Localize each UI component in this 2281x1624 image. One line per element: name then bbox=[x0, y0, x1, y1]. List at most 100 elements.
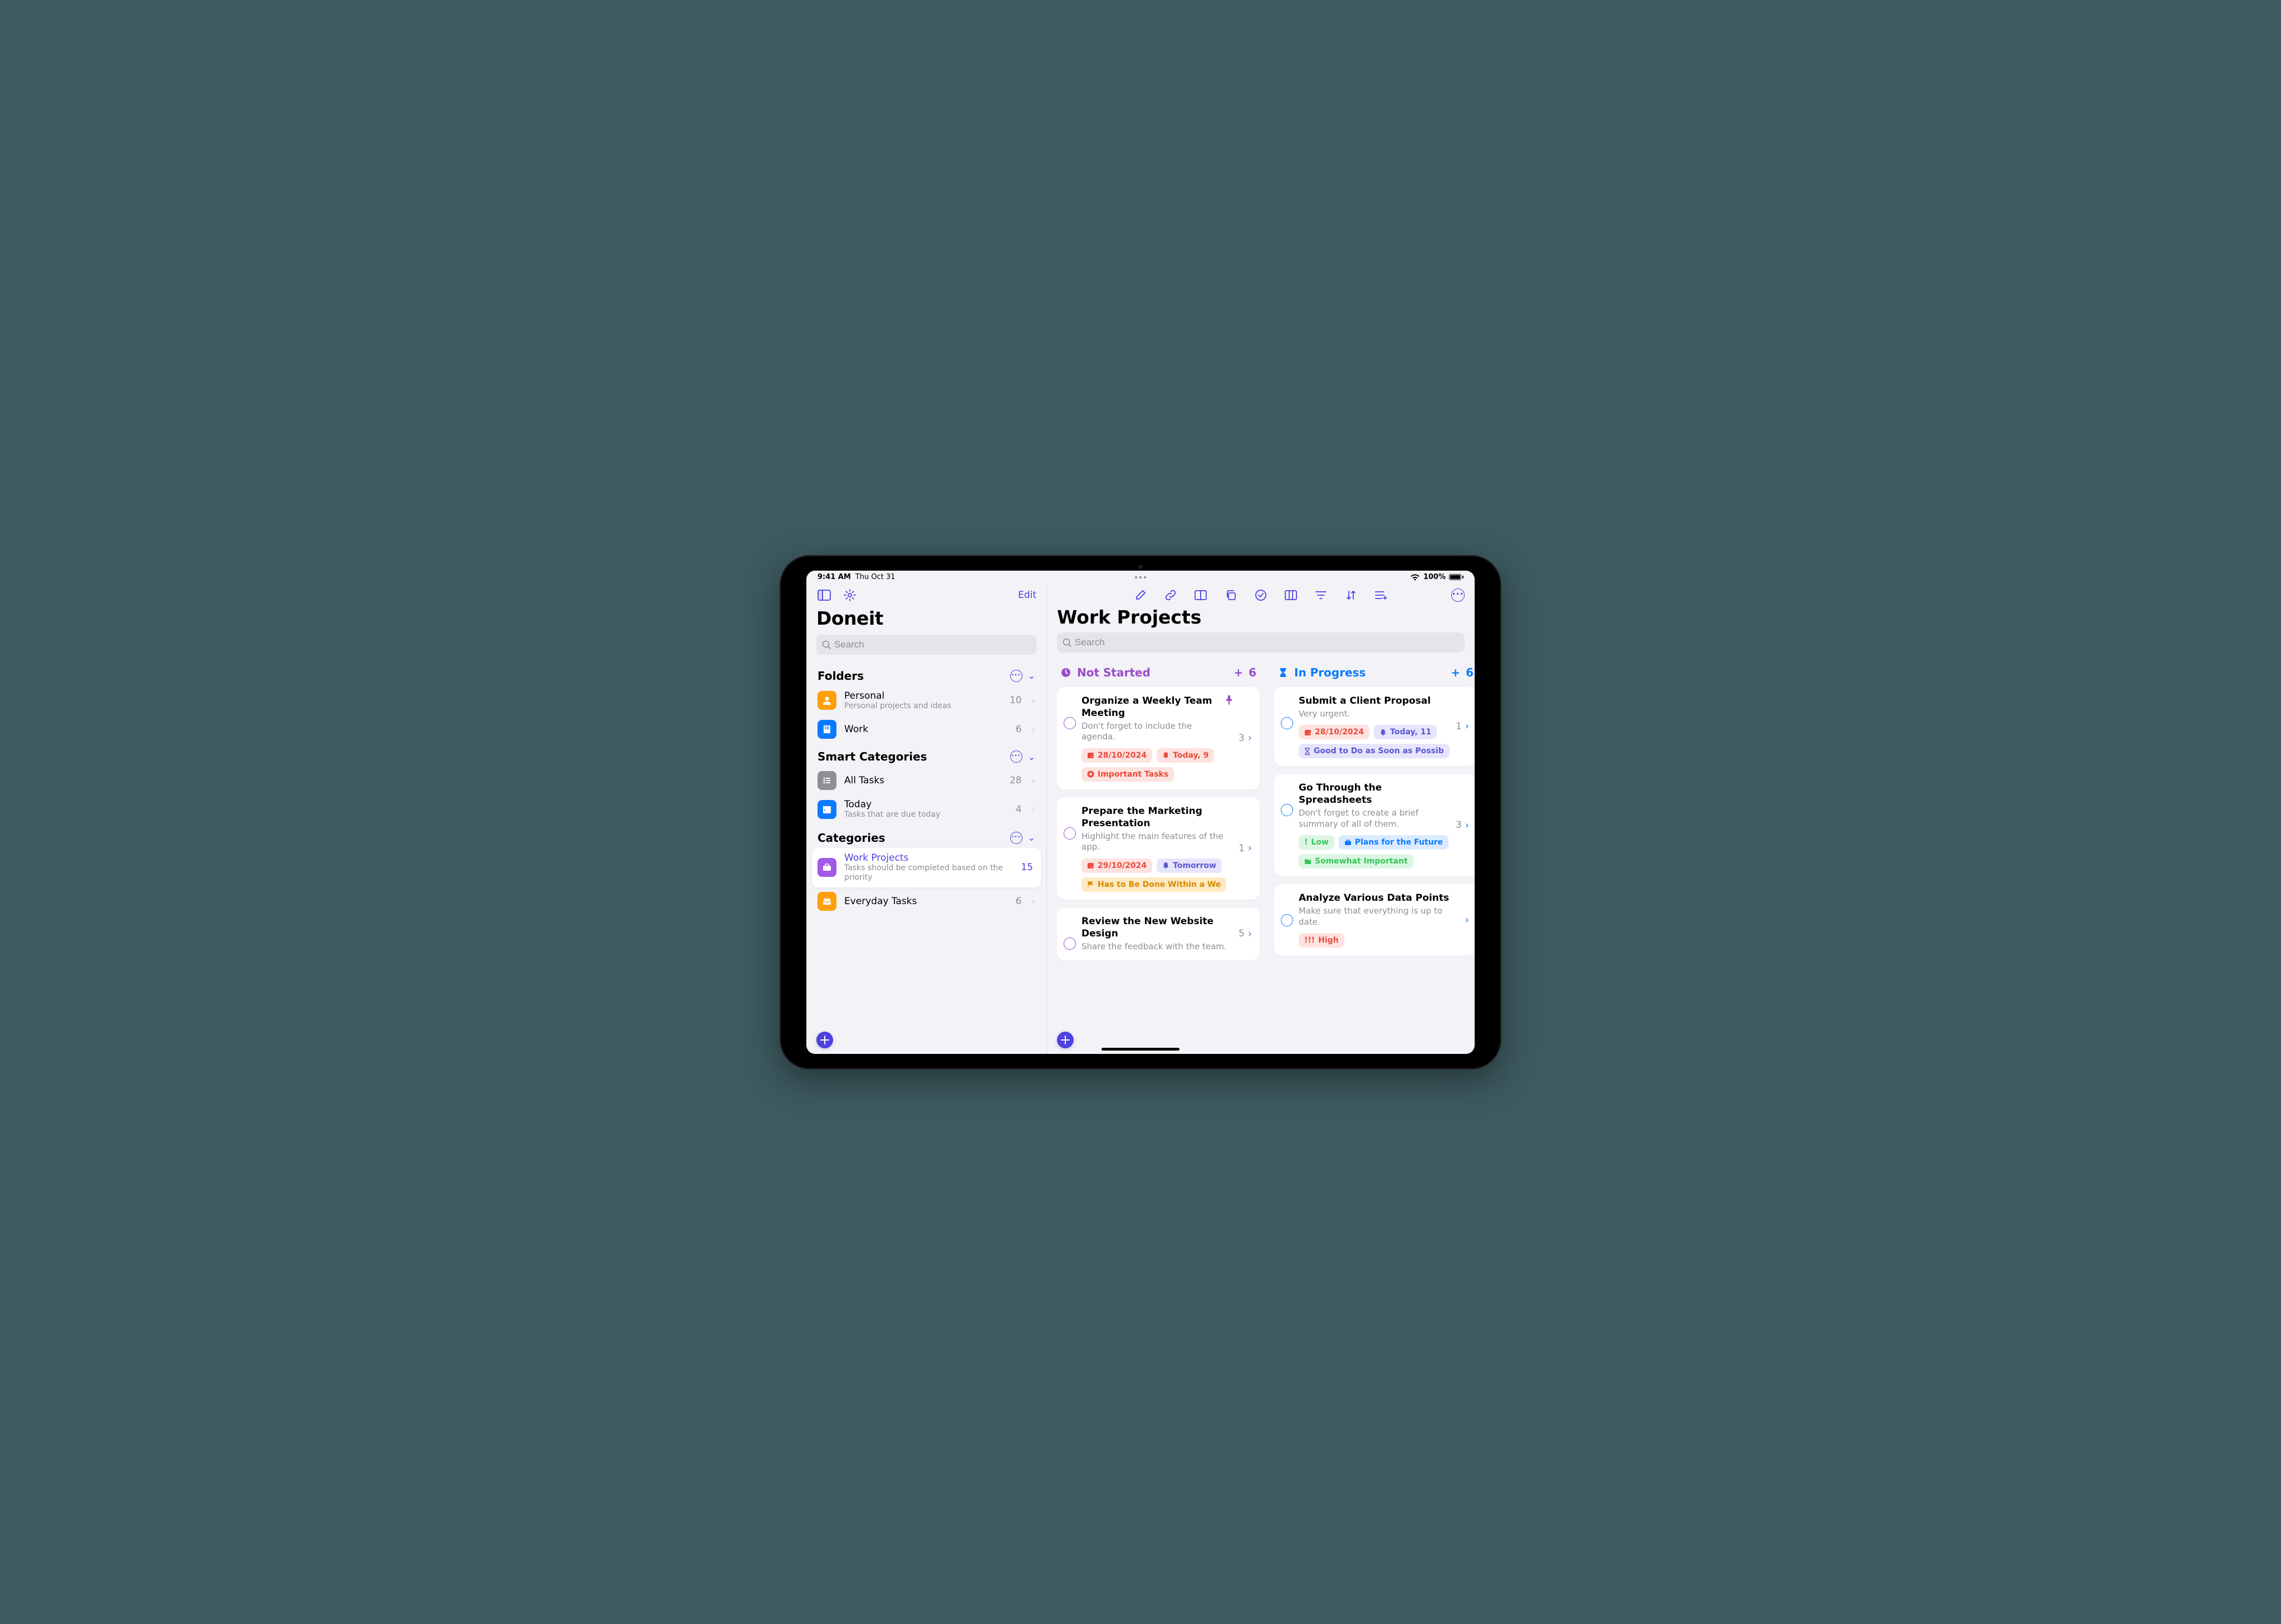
chip-label: Plans for the Future bbox=[1355, 838, 1443, 847]
row-subtitle: Tasks that are due today bbox=[844, 810, 1008, 820]
section-more-icon[interactable]: ··· bbox=[1010, 670, 1022, 682]
chevron-right-icon[interactable]: › bbox=[1248, 732, 1252, 744]
chip[interactable]: !!!High bbox=[1299, 933, 1344, 948]
task-checkbox[interactable] bbox=[1281, 914, 1293, 926]
chevron-right-icon[interactable]: › bbox=[1248, 928, 1252, 940]
section-header: Smart Categories ···⌄ bbox=[812, 747, 1041, 767]
row-title: Everyday Tasks bbox=[844, 896, 1008, 907]
add-card-icon[interactable]: + bbox=[1451, 666, 1460, 679]
chip[interactable]: 29/10/2024 bbox=[1081, 858, 1152, 873]
chevron-right-icon[interactable]: › bbox=[1465, 914, 1469, 926]
gear-icon[interactable] bbox=[842, 587, 858, 603]
chip[interactable]: Important Tasks bbox=[1081, 767, 1174, 782]
section-more-icon[interactable]: ··· bbox=[1010, 750, 1022, 763]
chip-label: Tomorrow bbox=[1173, 861, 1216, 870]
sidebar-search-input[interactable] bbox=[834, 639, 1031, 650]
edit-icon[interactable] bbox=[1133, 587, 1148, 603]
check-circle-icon[interactable] bbox=[1253, 587, 1269, 603]
folder-icon bbox=[818, 858, 836, 877]
search-icon bbox=[822, 640, 831, 649]
chip[interactable]: 28/10/2024 bbox=[1081, 748, 1152, 763]
chevron-right-icon[interactable]: › bbox=[1465, 720, 1469, 732]
chip[interactable]: Today, 9 bbox=[1157, 748, 1214, 763]
sidebar-item[interactable]: Work Projects Tasks should be completed … bbox=[812, 848, 1041, 887]
add-card-icon[interactable]: + bbox=[1233, 666, 1243, 679]
subtask-count: 5 bbox=[1239, 928, 1245, 939]
chip-label: Good to Do as Soon as Possib bbox=[1314, 747, 1444, 755]
toggle-sidebar-icon[interactable] bbox=[816, 587, 832, 603]
chip[interactable]: Plans for the Future bbox=[1339, 835, 1448, 850]
task-checkbox[interactable] bbox=[1281, 717, 1293, 729]
task-card[interactable]: Review the New Website Design Share the … bbox=[1057, 907, 1260, 960]
status-bar: 9:41 AM Thu Oct 31 100% bbox=[806, 571, 1475, 584]
chip[interactable]: 28/10/2024 bbox=[1299, 725, 1369, 739]
row-count: 10 bbox=[1010, 695, 1022, 706]
list-settings-icon[interactable] bbox=[1373, 587, 1389, 603]
chip[interactable]: !Low bbox=[1299, 835, 1334, 850]
chevron-down-icon[interactable]: ⌄ bbox=[1028, 670, 1035, 681]
task-card[interactable]: Prepare the Marketing Presentation Highl… bbox=[1057, 797, 1260, 900]
chevron-down-icon[interactable]: ⌄ bbox=[1028, 752, 1035, 762]
chip[interactable]: Today, 11 bbox=[1374, 725, 1437, 739]
task-title: Organize a Weekly Team Meeting bbox=[1081, 695, 1221, 719]
row-title: Work bbox=[844, 724, 1008, 735]
task-checkbox[interactable] bbox=[1281, 804, 1293, 816]
chevron-down-icon[interactable]: ⌄ bbox=[1028, 832, 1035, 843]
add-task-button[interactable] bbox=[1057, 1032, 1074, 1048]
row-title: Today bbox=[844, 799, 1008, 810]
sidebar-item[interactable]: Today Tasks that are due today 4 › bbox=[812, 794, 1041, 825]
filter-icon[interactable] bbox=[1313, 587, 1329, 603]
subtask-count: 3 bbox=[1456, 820, 1462, 831]
sidebar-item[interactable]: All Tasks 28 › bbox=[812, 767, 1041, 794]
task-card[interactable]: Organize a Weekly Team Meeting Don't for… bbox=[1057, 687, 1260, 789]
board-column: In Progress + 6 Submit a Client Proposal… bbox=[1274, 666, 1475, 1020]
main-search[interactable] bbox=[1057, 632, 1465, 652]
row-title: All Tasks bbox=[844, 775, 1002, 786]
sidebar-item[interactable]: Work 6 › bbox=[812, 715, 1041, 743]
task-card[interactable]: Analyze Various Data Points Make sure th… bbox=[1274, 884, 1475, 955]
chip-label: Somewhat Important bbox=[1315, 857, 1408, 866]
sort-icon[interactable] bbox=[1343, 587, 1359, 603]
column-title: In Progress bbox=[1294, 666, 1365, 679]
link-icon[interactable] bbox=[1163, 587, 1178, 603]
task-checkbox[interactable] bbox=[1064, 938, 1076, 950]
folder-icon bbox=[818, 691, 836, 710]
task-card[interactable]: Submit a Client Proposal Very urgent. 28… bbox=[1274, 687, 1475, 767]
battery-pct: 100% bbox=[1423, 573, 1446, 581]
chevron-right-icon[interactable]: › bbox=[1465, 820, 1469, 831]
row-count: 15 bbox=[1021, 862, 1033, 873]
sidebar-item[interactable]: Everyday Tasks 6 › bbox=[812, 887, 1041, 915]
sidebar-search[interactable] bbox=[816, 635, 1036, 655]
home-indicator[interactable] bbox=[1102, 1048, 1179, 1051]
multitask-dots[interactable] bbox=[1135, 576, 1146, 578]
sidebar-item[interactable]: Personal Personal projects and ideas 10 … bbox=[812, 686, 1041, 716]
main-search-input[interactable] bbox=[1075, 637, 1459, 648]
chevron-right-icon: › bbox=[1032, 724, 1035, 735]
copy-icon[interactable] bbox=[1223, 587, 1239, 603]
add-button[interactable] bbox=[816, 1032, 833, 1048]
section-more-icon[interactable]: ··· bbox=[1010, 832, 1022, 844]
chevron-right-icon[interactable]: › bbox=[1248, 842, 1252, 854]
task-checkbox[interactable] bbox=[1064, 827, 1076, 840]
task-card[interactable]: Go Through the Spreadsheets Don't forget… bbox=[1274, 774, 1475, 876]
row-count: 4 bbox=[1016, 804, 1022, 815]
task-checkbox[interactable] bbox=[1064, 717, 1076, 729]
task-title: Prepare the Marketing Presentation bbox=[1081, 805, 1233, 830]
columns-icon[interactable] bbox=[1283, 587, 1299, 603]
section-header: Folders ···⌄ bbox=[812, 666, 1041, 686]
battery-icon bbox=[1449, 574, 1463, 580]
chip-label: High bbox=[1318, 936, 1339, 945]
column-title: Not Started bbox=[1077, 666, 1151, 679]
chip[interactable]: Tomorrow bbox=[1157, 858, 1222, 873]
edit-button[interactable]: Edit bbox=[1018, 590, 1036, 601]
subtask-count: 1 bbox=[1239, 843, 1245, 854]
chip[interactable]: Good to Do as Soon as Possib bbox=[1299, 744, 1450, 758]
folder-icon bbox=[818, 800, 836, 819]
chevron-right-icon: › bbox=[1032, 695, 1035, 706]
row-count: 6 bbox=[1016, 896, 1022, 907]
chip[interactable]: Somewhat Important bbox=[1299, 854, 1413, 869]
more-button[interactable]: ··· bbox=[1451, 588, 1465, 602]
chip-label: Has to Be Done Within a We bbox=[1098, 880, 1221, 889]
chip[interactable]: Has to Be Done Within a We bbox=[1081, 877, 1226, 892]
split-icon[interactable] bbox=[1193, 587, 1208, 603]
